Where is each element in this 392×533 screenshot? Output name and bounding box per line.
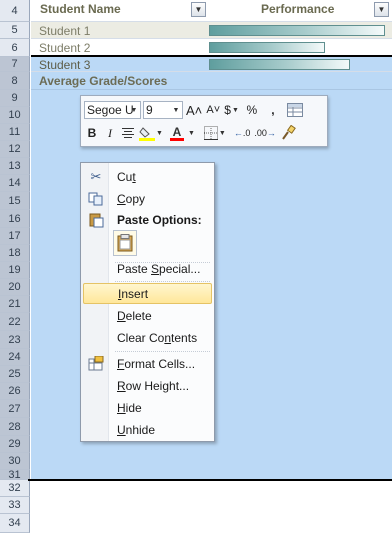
menu-separator — [115, 281, 210, 282]
row-header[interactable]: 22 — [0, 313, 30, 331]
student-name: Student 2 — [39, 41, 91, 55]
row-header[interactable]: 21 — [0, 296, 30, 313]
shrink-font-button[interactable]: A˅ — [205, 101, 221, 119]
borders-icon[interactable]: ▼ — [203, 124, 227, 142]
row-header[interactable]: 12 — [0, 141, 30, 158]
performance-header: Performance — [261, 2, 335, 16]
performance-bar — [209, 25, 385, 36]
copy-icon — [83, 188, 109, 209]
row-header[interactable]: 20 — [0, 279, 30, 296]
menu-item-copy[interactable]: Copy — [83, 188, 212, 209]
paste-option-button[interactable] — [113, 230, 137, 256]
student-row-3[interactable]: Student 3 — [31, 57, 392, 72]
performance-bar — [209, 42, 325, 53]
chevron-down-icon: ▼ — [377, 5, 386, 14]
row-header[interactable]: 11 — [0, 124, 30, 141]
comma-button[interactable]: , — [265, 101, 281, 119]
clipboard-icon — [117, 234, 133, 252]
row-header[interactable]: 9 — [0, 90, 30, 107]
row-header[interactable]: 31 — [0, 469, 30, 481]
center-align-icon[interactable] — [120, 124, 136, 142]
student-row-1[interactable]: Student 1 — [31, 22, 392, 39]
paste-icon — [83, 209, 109, 230]
bold-button[interactable]: B — [84, 124, 100, 142]
format-painter-table-icon[interactable] — [286, 101, 304, 119]
student-row-2[interactable]: Student 2 — [31, 39, 392, 56]
mini-toolbar: Segoe U ▼ 9 ▼ A˄ A˅ $ ▼ % , B I ▼ A ▼ ▼ … — [80, 95, 328, 147]
currency-button[interactable]: $ ▼ — [223, 101, 240, 119]
menu-item-cut[interactable]: ✂ Cut — [83, 166, 212, 187]
row-header[interactable]: 8 — [0, 72, 30, 90]
row-header[interactable]: 7 — [0, 57, 30, 72]
menu-item-hide[interactable]: Hide — [83, 397, 212, 418]
chevron-down-icon[interactable]: ▼ — [188, 130, 195, 137]
row-header[interactable]: 27 — [0, 400, 30, 418]
row-header[interactable]: 19 — [0, 262, 30, 279]
student-name-header: Student Name — [40, 2, 121, 16]
row-header[interactable]: 10 — [0, 107, 30, 124]
chevron-down-icon[interactable]: ▼ — [232, 107, 239, 114]
row-header[interactable]: 16 — [0, 210, 30, 228]
student-name: Student 1 — [39, 24, 91, 38]
row-header[interactable]: 17 — [0, 228, 30, 245]
section-title-row[interactable]: Average Grade/Scores — [31, 72, 392, 90]
format-painter-icon[interactable] — [279, 124, 297, 142]
row-header[interactable]: 32 — [0, 480, 30, 497]
font-name-combo[interactable]: Segoe U ▼ — [84, 101, 141, 119]
student-name: Student 3 — [39, 58, 91, 72]
selection-border-bottom — [28, 479, 392, 481]
percent-button[interactable]: % — [244, 101, 260, 119]
chevron-down-icon[interactable]: ▼ — [219, 130, 226, 137]
row-header[interactable]: 5 — [0, 22, 30, 39]
menu-item-paste-special[interactable]: Paste Special... — [83, 258, 212, 279]
row-header[interactable]: 34 — [0, 514, 30, 533]
chevron-down-icon[interactable]: ▼ — [171, 103, 181, 117]
menu-item-clear-contents[interactable]: Clear Contents — [83, 327, 212, 348]
row-header[interactable]: 29 — [0, 436, 30, 453]
performance-bar — [209, 59, 350, 70]
performance-filter-button[interactable]: ▼ — [374, 2, 389, 17]
scissors-icon: ✂ — [90, 168, 102, 184]
row-header[interactable]: 25 — [0, 366, 30, 383]
chevron-down-icon[interactable]: ▼ — [156, 130, 163, 137]
context-menu: ✂ Cut Copy Paste Options: Paste Special.… — [80, 162, 215, 442]
row-header[interactable]: 33 — [0, 497, 30, 514]
menu-separator — [115, 351, 210, 352]
menu-item-row-height[interactable]: Row Height... — [83, 375, 212, 396]
highlight-color-button[interactable]: ▼ — [138, 124, 164, 142]
menu-item-insert[interactable]: Insert — [83, 283, 212, 304]
student-name-filter-button[interactable]: ▼ — [191, 2, 206, 17]
row-header[interactable]: 24 — [0, 349, 30, 366]
fill-bucket-icon — [139, 126, 155, 141]
increase-decimal-button[interactable]: ← .0 — [233, 124, 252, 142]
format-cells-icon — [83, 353, 109, 374]
font-color-swatch — [169, 137, 184, 141]
grow-font-button[interactable]: A˄ — [185, 101, 203, 119]
arrow-left-icon: ← — [233, 128, 243, 138]
chevron-down-icon: ▼ — [194, 5, 203, 14]
font-size-combo[interactable]: 9 ▼ — [143, 101, 183, 119]
menu-item-paste-options: Paste Options: — [83, 209, 212, 230]
menu-item-delete[interactable]: Delete — [83, 305, 212, 326]
row-header[interactable]: 15 — [0, 192, 30, 210]
menu-item-unhide[interactable]: Unhide — [83, 419, 212, 440]
row-header[interactable]: 18 — [0, 245, 30, 262]
row-header[interactable]: 14 — [0, 175, 30, 192]
row-header[interactable]: 23 — [0, 331, 30, 349]
row-header[interactable]: 26 — [0, 383, 30, 400]
table-header-row: Student Name ▼ Performance ▼ — [31, 0, 392, 22]
row-header[interactable]: 28 — [0, 418, 30, 436]
row-header[interactable]: 4 — [0, 0, 30, 22]
row-header[interactable]: 30 — [0, 453, 30, 470]
decrease-decimal-button[interactable]: .00 → — [253, 124, 277, 142]
font-color-button[interactable]: A — [169, 124, 185, 142]
menu-item-format-cells[interactable]: Format Cells... — [83, 353, 212, 374]
italic-button[interactable]: I — [102, 124, 118, 142]
arrow-right-icon: → — [266, 128, 276, 138]
row-header[interactable]: 6 — [0, 39, 30, 57]
chevron-down-icon[interactable]: ▼ — [129, 103, 139, 117]
section-title: Average Grade/Scores — [39, 74, 168, 88]
row-header[interactable]: 13 — [0, 158, 30, 175]
